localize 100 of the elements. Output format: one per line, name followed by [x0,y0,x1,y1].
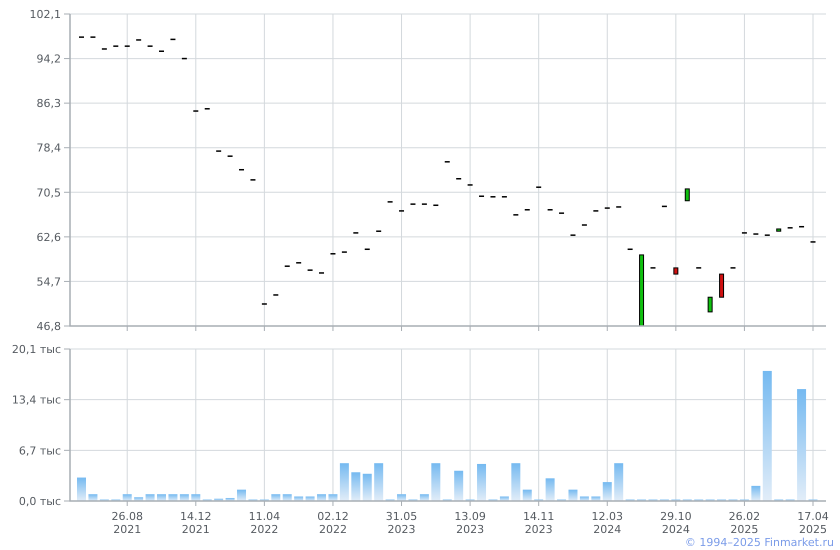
price-mark [764,234,770,236]
price-mark [204,108,210,110]
volume-bar [294,496,304,501]
price-mark [388,201,393,203]
axis-label: 14.11 2023 [522,510,554,535]
price-mark [193,110,198,112]
price-mark [799,226,804,228]
price-mark [136,39,142,41]
price-mark [228,155,233,157]
price-mark [319,272,324,274]
price-mark [444,161,450,163]
volume-bar [122,494,132,501]
price-mark [170,38,176,40]
axis-label: 0,0 тыс [18,495,61,508]
price-mark [262,303,267,305]
volume-bar [340,463,349,501]
price-mark [696,267,702,269]
axis-label: 14.12 2021 [180,510,212,535]
price-mark [308,269,313,271]
axis-label: 54,7 [36,275,61,288]
price-mark [570,234,576,236]
volume-bar [271,494,280,501]
price-mark [90,36,96,38]
candle [708,296,713,312]
axis-label: 6,7 тыс [18,444,61,458]
volume-bar [317,494,326,501]
candle [673,267,678,275]
price-mark [662,206,667,208]
volume-bar [511,463,520,501]
volume-bar [146,494,155,501]
price-mark [468,184,473,186]
candle [776,228,782,232]
volume-bar [282,494,292,501]
price-mark [742,232,747,234]
axis-label: 31.05 2023 [386,510,418,535]
price-mark [342,251,347,253]
axis-label: 78,4 [36,142,61,155]
price-mark [124,45,130,47]
price-mark [628,248,633,250]
volume-bar [568,490,578,501]
candle [684,188,690,202]
price-mark [376,230,382,232]
price-mark [353,232,358,234]
volume-bar [500,496,509,501]
volume-bar [180,494,189,501]
volume-bar [157,494,166,501]
axis-label: 26.02 2025 [728,510,760,535]
volume-bar [397,494,406,501]
price-mark [559,212,564,214]
price-mark [593,210,598,212]
price-mark [296,262,302,264]
price-mark [159,50,164,52]
price-mark [113,45,118,47]
axis-label: 94,2 [36,52,61,66]
volume-bar [374,463,384,501]
price-mark [284,265,290,267]
volume-bar [522,490,532,501]
volume-bar [431,463,440,501]
price-mark [330,253,336,255]
axis-label: 62,6 [36,230,61,244]
price-mark [182,58,187,60]
axis-label: 26.08 2021 [111,510,143,535]
price-mark [502,196,507,198]
volume-bar [88,494,98,501]
volume-bar [134,497,144,501]
axis-label: 20,1 тыс [12,343,61,356]
candle [719,274,724,298]
axis-label: 12.03 2024 [592,510,624,535]
price-mark [524,209,530,211]
price-mark [273,294,278,296]
price-mark [250,179,256,181]
copyright-text: © 1994–2025 Finmarket.ru [684,536,834,549]
axis-label: 46,8 [36,320,61,333]
axis-label: 17.04 2025 [797,510,829,535]
price-mark [730,267,736,269]
axis-label: 11.04 2022 [248,510,280,535]
price-mark [616,206,622,208]
price-mark [239,168,244,170]
price-mark [753,233,758,235]
volume-bar [751,486,760,501]
price-mark [422,203,427,205]
price-mark [216,150,222,152]
axis-label: 02.12 2022 [317,510,349,535]
volume-bar [362,474,372,501]
axis-label: 70,5 [36,186,61,200]
axis-label: 29.10 2024 [660,510,692,535]
axis-label: 86,3 [36,97,61,110]
price-mark [604,207,610,209]
volume-bar [226,498,235,501]
volume-bar [168,494,178,501]
price-mark [536,186,542,188]
volume-bar [602,482,612,501]
price-mark [788,227,793,229]
volume-bar [580,496,589,501]
price-mark [148,45,153,47]
price-mark [102,48,107,50]
volume-bar [477,464,486,501]
price-mark [364,248,370,250]
price-mark [650,267,656,269]
price-mark [513,214,518,216]
